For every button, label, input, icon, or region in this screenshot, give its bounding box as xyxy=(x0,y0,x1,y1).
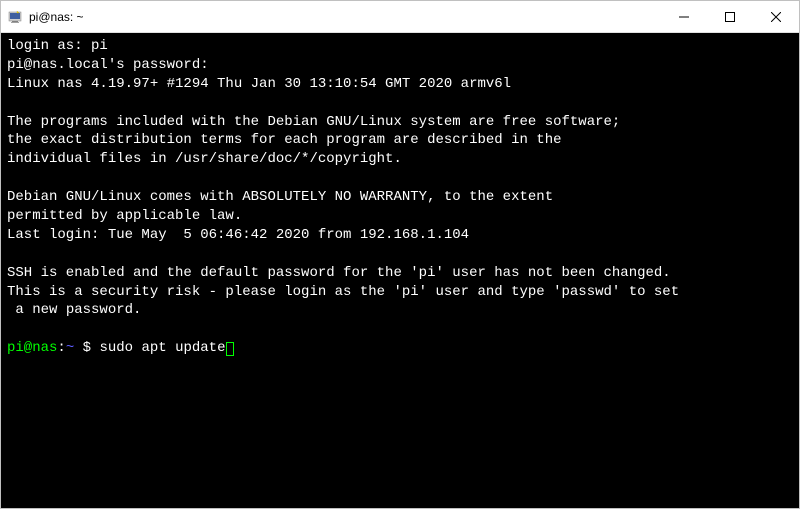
password-prompt: pi@nas.local's password: xyxy=(7,57,209,73)
warranty-line: permitted by applicable law. xyxy=(7,208,242,224)
putty-window: pi@nas: ~ login as: pi pi@nas.local's pa… xyxy=(0,0,800,509)
prompt-symbol: $ xyxy=(74,340,99,356)
last-login-line: Last login: Tue May 5 06:46:42 2020 from… xyxy=(7,227,469,243)
login-user: pi xyxy=(91,38,108,54)
close-button[interactable] xyxy=(753,1,799,32)
login-prompt: login as: xyxy=(7,38,91,54)
titlebar[interactable]: pi@nas: ~ xyxy=(1,1,799,33)
ssh-warning-line: a new password. xyxy=(7,302,141,318)
ssh-warning-line: SSH is enabled and the default password … xyxy=(7,265,671,281)
warranty-line: Debian GNU/Linux comes with ABSOLUTELY N… xyxy=(7,189,553,205)
motd-line: the exact distribution terms for each pr… xyxy=(7,132,562,148)
terminal-area[interactable]: login as: pi pi@nas.local's password: Li… xyxy=(1,33,799,508)
minimize-button[interactable] xyxy=(661,1,707,32)
kernel-line: Linux nas 4.19.97+ #1294 Thu Jan 30 13:1… xyxy=(7,76,511,92)
shell-prompt: pi@nas:~ $ xyxy=(7,340,99,356)
motd-line: The programs included with the Debian GN… xyxy=(7,114,620,130)
prompt-user-host: pi@nas xyxy=(7,340,57,356)
prompt-path: ~ xyxy=(66,340,74,356)
cursor-icon xyxy=(226,342,234,356)
window-title: pi@nas: ~ xyxy=(29,10,661,24)
maximize-button[interactable] xyxy=(707,1,753,32)
ssh-warning-line: This is a security risk - please login a… xyxy=(7,284,679,300)
prompt-colon: : xyxy=(57,340,65,356)
window-controls xyxy=(661,1,799,32)
motd-line: individual files in /usr/share/doc/*/cop… xyxy=(7,151,402,167)
command-input[interactable]: sudo apt update xyxy=(99,340,225,356)
putty-icon xyxy=(7,9,23,25)
